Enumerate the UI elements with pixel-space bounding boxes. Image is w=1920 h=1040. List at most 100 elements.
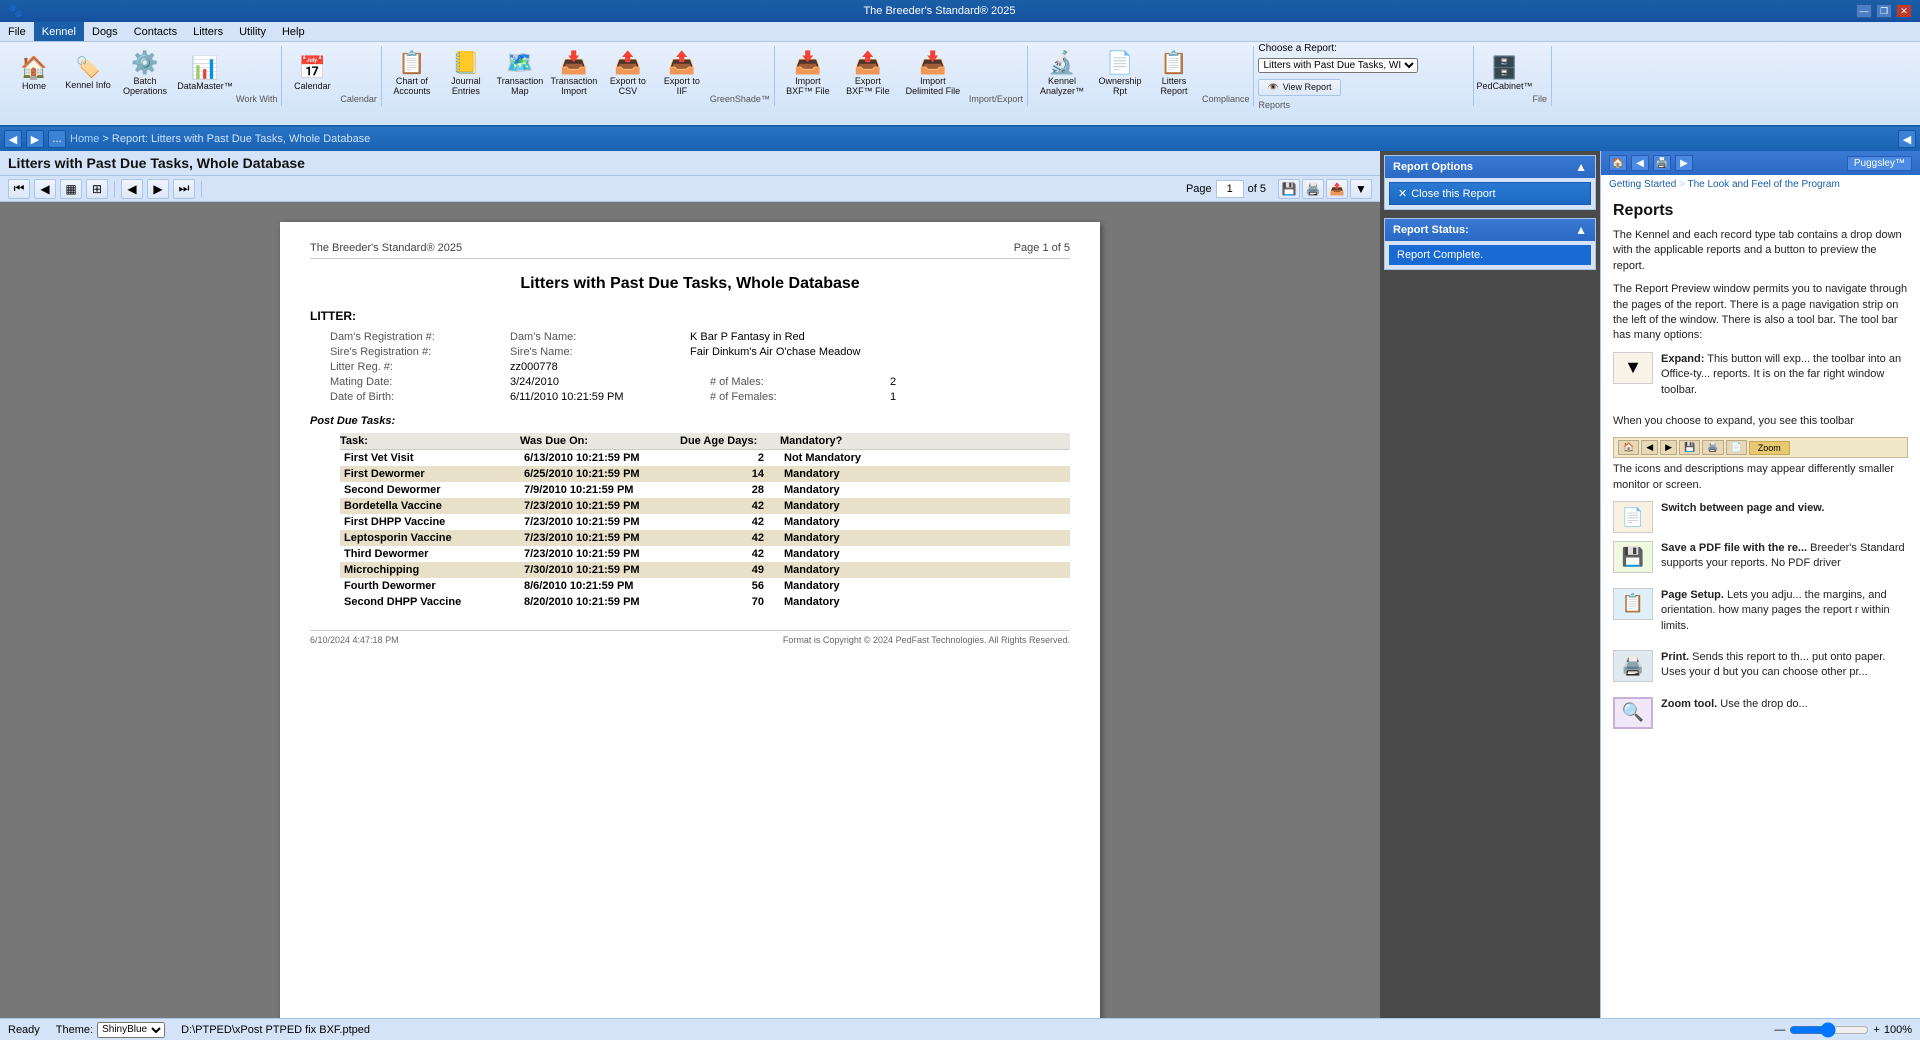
report-area: Litters with Past Due Tasks, Whole Datab… — [0, 151, 1380, 1018]
status-theme-select[interactable]: ShinyBlue — [97, 1022, 165, 1038]
toolbar-last-page[interactable]: ⏭ — [173, 179, 195, 199]
close-button[interactable]: ✕ — [1896, 4, 1912, 18]
report-scroll-area[interactable]: The Breeder's Standard® 2025 Page 1 of 5… — [0, 202, 1380, 1018]
menu-litters[interactable]: Litters — [185, 22, 231, 41]
ribbon-import-bxf-button[interactable]: 📥 Import BXF™ File — [779, 46, 837, 102]
task-age: 56 — [684, 580, 784, 592]
menu-dogs[interactable]: Dogs — [84, 22, 126, 41]
ribbon-chart-accounts-button[interactable]: 📋 Chart of Accounts — [386, 46, 438, 102]
report-toolbar: ⏮ ◀ ▦ ⊞ ◀ ▶ ⏭ Page of 5 💾 🖨️ 📤 ▼ — [0, 176, 1380, 202]
journal-entries-label: Journal Entries — [443, 76, 489, 96]
help-home-button[interactable]: 🏠 — [1609, 155, 1627, 171]
ribbon-datamaster-button[interactable]: 📊 DataMaster™ — [176, 46, 234, 102]
ribbon-home-button[interactable]: 🏠 Home — [8, 46, 60, 102]
toolbar-prev2[interactable]: ◀ — [121, 179, 143, 199]
tp-item4: 💾 — [1679, 440, 1700, 455]
toolbar-export[interactable]: 📤 — [1326, 179, 1348, 199]
zoom-minus[interactable]: — — [1774, 1024, 1785, 1036]
page-nav: Page of 5 — [1186, 180, 1266, 198]
toolbar-next[interactable]: ▶ — [147, 179, 169, 199]
task-due: 6/13/2010 10:21:59 PM — [524, 452, 684, 464]
ribbon-content: 🏠 Home 🏷️ Kennel Info ⚙️ Batch Operation… — [0, 44, 1920, 112]
toolbar-print[interactable]: 🖨️ — [1302, 179, 1324, 199]
nav-collapse-button[interactable]: ◀ — [1898, 130, 1916, 148]
task-name: Fourth Dewormer — [344, 580, 524, 592]
breadcrumb-home[interactable]: Home — [70, 133, 99, 145]
task-row: Second DHPP Vaccine 8/20/2010 10:21:59 P… — [340, 594, 1070, 610]
import-export-label: Import/Export — [969, 94, 1023, 106]
save-pdf-icon-box: 💾 — [1613, 541, 1653, 573]
transaction-import-icon: 📥 — [560, 52, 587, 74]
zoom-plus[interactable]: + — [1873, 1024, 1879, 1036]
help-breadcrumb: Getting Started > The Look and Feel of t… — [1601, 175, 1920, 194]
nav-back-button[interactable]: ◀ — [4, 130, 22, 148]
toolbar-multi-view[interactable]: ⊞ — [86, 179, 108, 199]
task-due: 7/30/2010 10:21:59 PM — [524, 564, 684, 576]
task-age: 49 — [684, 564, 784, 576]
menu-utility[interactable]: Utility — [231, 22, 274, 41]
switch-icon-box: 📄 — [1613, 501, 1653, 533]
choose-report-select[interactable]: Litters with Past Due Tasks, WI — [1258, 58, 1418, 73]
menu-contacts[interactable]: Contacts — [126, 22, 185, 41]
task-age: 42 — [684, 500, 784, 512]
report-options-collapse[interactable]: ▲ — [1575, 160, 1587, 174]
help-breadcrumb-start[interactable]: Getting Started — [1609, 179, 1676, 190]
task-mandatory: Mandatory — [784, 484, 1066, 496]
title-bar-controls: — ❐ ✕ — [1856, 4, 1912, 18]
calendar-label: Calendar — [294, 81, 331, 91]
report-title-bar: Litters with Past Due Tasks, Whole Datab… — [0, 151, 1380, 176]
expand-icon: ▼ — [1624, 357, 1642, 378]
toolbar-save-pdf[interactable]: 💾 — [1278, 179, 1300, 199]
ribbon-batch-ops-button[interactable]: ⚙️ Batch Operations — [116, 46, 174, 102]
ribbon-ownership-rpt-button[interactable]: 📄 Ownership Rpt — [1094, 46, 1146, 102]
help-switch-text: Switch between page and view. — [1661, 501, 1824, 516]
task-mandatory: Mandatory — [784, 468, 1066, 480]
toolbar-first-page[interactable]: ⏮ — [8, 179, 30, 199]
view-report-icon: 👁️ — [1267, 82, 1278, 93]
help-forward-button[interactable]: ▶ — [1675, 155, 1693, 171]
menu-file[interactable]: File — [0, 22, 34, 41]
task-due: 7/9/2010 10:21:59 PM — [524, 484, 684, 496]
ribbon-transaction-import-button[interactable]: 📥 Transaction Import — [548, 46, 600, 102]
help-back-button[interactable]: ◀ — [1631, 155, 1649, 171]
minimize-button[interactable]: — — [1856, 4, 1872, 18]
dam-reg-row: Dam's Registration #: Dam's Name: K Bar … — [330, 331, 1070, 343]
page-input[interactable] — [1216, 180, 1244, 198]
ribbon-kennel-info-button[interactable]: 🏷️ Kennel Info — [62, 46, 114, 102]
ribbon-kennel-analyzer-button[interactable]: 🔬 Kennel Analyzer™ — [1032, 46, 1092, 102]
export-iif-icon: 📤 — [668, 52, 695, 74]
home-label: Home — [22, 81, 46, 91]
ribbon-calendar-button[interactable]: 📅 Calendar — [286, 46, 338, 102]
ribbon-export-csv-button[interactable]: 📤 Export to CSV — [602, 46, 654, 102]
ribbon-export-iif-button[interactable]: 📤 Export to IIF — [656, 46, 708, 102]
report-status-panel: Report Status: ▲ Report Complete. — [1384, 218, 1596, 270]
toolbar-page-view[interactable]: ▦ — [60, 179, 82, 199]
ribbon-group-compliance: 🔬 Kennel Analyzer™ 📄 Ownership Rpt 📋 Lit… — [1028, 46, 1255, 106]
page-header-left: The Breeder's Standard® 2025 — [310, 242, 462, 254]
home-icon: 🏠 — [20, 57, 47, 79]
menu-help[interactable]: Help — [274, 22, 313, 41]
ribbon-transaction-map-button[interactable]: 🗺️ Transaction Map — [494, 46, 546, 102]
menu-kennel[interactable]: Kennel — [34, 22, 84, 41]
nav-more-button[interactable]: ... — [48, 130, 66, 148]
help-expand-text: Expand: This button will exp... the tool… — [1661, 352, 1908, 398]
toolbar-prev-page[interactable]: ◀ — [34, 179, 56, 199]
ribbon-journal-entries-button[interactable]: 📒 Journal Entries — [440, 46, 492, 102]
ribbon-export-bxf-button[interactable]: 📤 Export BXF™ File — [839, 46, 897, 102]
restore-button[interactable]: ❐ — [1876, 4, 1892, 18]
report-status-collapse[interactable]: ▲ — [1575, 223, 1587, 237]
ribbon-import-delimited-button[interactable]: 📥 Import Delimited File — [899, 46, 967, 102]
help-save-text: Save a PDF file with the re... Breeder's… — [1661, 541, 1908, 572]
ribbon-pedcabinet-button[interactable]: 🗄️ PedCabinet™ — [1478, 46, 1530, 102]
toolbar-expand[interactable]: ▼ — [1350, 179, 1372, 199]
close-report-button[interactable]: ✕ Close this Report — [1389, 182, 1591, 205]
help-para-1: The Kennel and each record type tab cont… — [1613, 228, 1908, 274]
help-print-button[interactable]: 🖨️ — [1653, 155, 1671, 171]
batch-ops-label: Batch Operations — [119, 76, 171, 96]
zoom-slider[interactable] — [1789, 1022, 1869, 1038]
ribbon-litters-report-button[interactable]: 📋 Litters Report — [1148, 46, 1200, 102]
help-breadcrumb-current[interactable]: The Look and Feel of the Program — [1687, 179, 1839, 190]
nav-forward-button[interactable]: ▶ — [26, 130, 44, 148]
ribbon: 🏠 Home 🏷️ Kennel Info ⚙️ Batch Operation… — [0, 42, 1920, 127]
ribbon-view-report-button[interactable]: 👁️ View Report — [1258, 79, 1340, 96]
